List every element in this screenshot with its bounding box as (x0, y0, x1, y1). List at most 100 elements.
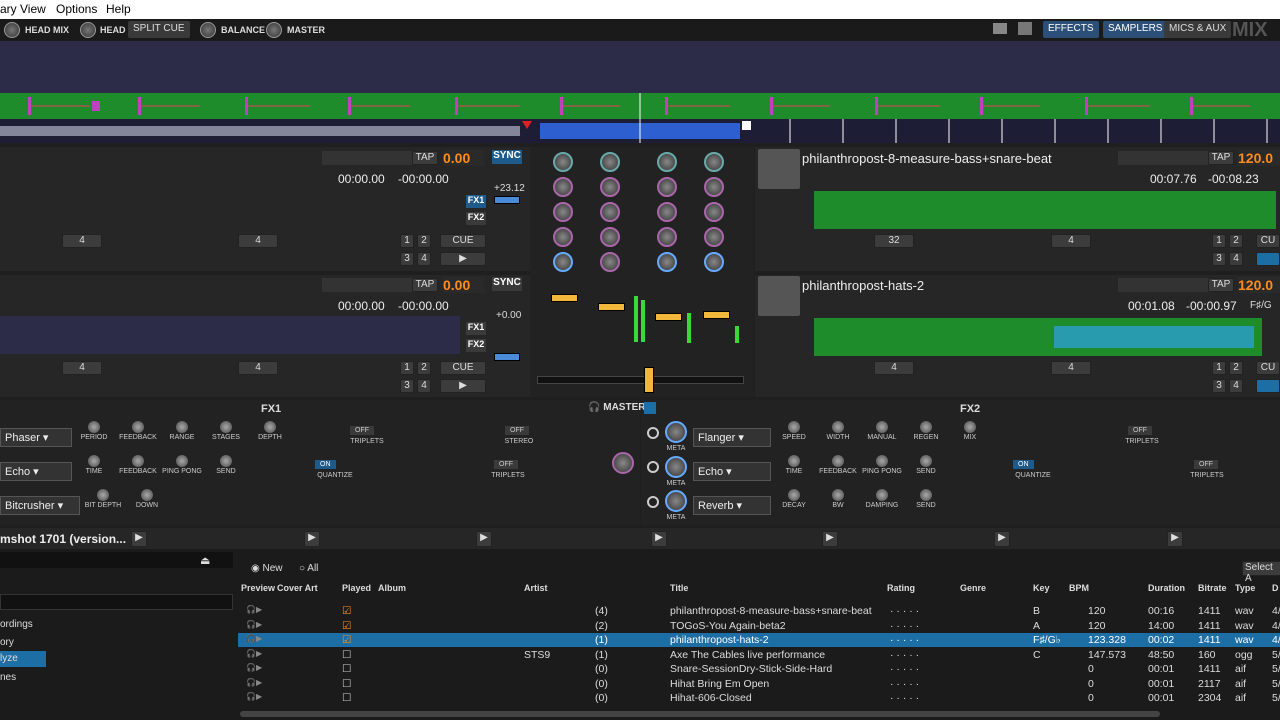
deck4-hotcue-4[interactable]: 4 (1229, 379, 1243, 393)
samplers-button[interactable]: SAMPLERS (1103, 21, 1168, 38)
played-checkbox[interactable]: ☐ (342, 649, 351, 661)
col-date[interactable]: D (1272, 583, 1279, 593)
played-checkbox[interactable]: ☐ (342, 678, 351, 690)
ch4-gain-knob[interactable] (704, 152, 724, 172)
deck1-transport-icons[interactable] (322, 151, 416, 165)
fx2-param[interactable]: REGEN (904, 420, 948, 441)
deck2-waveform[interactable] (0, 316, 460, 354)
sampler-7-play-button[interactable]: ▶ (1167, 531, 1183, 547)
deck3-transport-icons[interactable] (1118, 151, 1210, 165)
table-row[interactable]: 🎧▶ ☑ (2) TOGoS-You Again-beta2 A 120 14:00 1411… (238, 619, 1280, 633)
preview-icon[interactable]: 🎧▶ (246, 692, 262, 701)
mics-aux-button[interactable]: MICS & AUX (1164, 21, 1232, 38)
deck4-cue-button[interactable]: CU (1256, 361, 1280, 375)
ch3-filter-knob[interactable] (657, 252, 677, 272)
deck1-sync-button[interactable]: SYNC (492, 150, 522, 164)
rating-stars[interactable]: · · · · · (890, 634, 919, 646)
fx2-param[interactable]: DECAY (772, 488, 816, 509)
col-duration[interactable]: Duration (1148, 583, 1185, 593)
deck1-beatloop-size[interactable]: 4 (62, 234, 102, 248)
knob-icon[interactable] (175, 420, 189, 434)
col-played[interactable]: Played (342, 583, 371, 593)
crossfader-handle[interactable] (644, 367, 654, 393)
played-checkbox[interactable]: ☐ (342, 692, 351, 704)
knob-icon[interactable] (87, 420, 101, 434)
knob-icon[interactable] (131, 454, 145, 468)
deck1-hotcue-1[interactable]: 1 (400, 234, 414, 248)
preview-icon[interactable]: 🎧▶ (246, 605, 262, 614)
knob-icon[interactable] (219, 454, 233, 468)
deck1-fx2-toggle[interactable]: FX2 (466, 212, 486, 225)
fx2-param[interactable]: MANUAL (860, 420, 904, 441)
fx2-meta-knob-2[interactable] (665, 456, 687, 478)
table-row[interactable]: 🎧▶ ☑ (1) philanthropost-hats-2 F♯/G♭ 123.328 0… (238, 633, 1280, 647)
played-checkbox[interactable]: ☑ (342, 605, 351, 617)
fx1-effect1-select[interactable]: Phaser ▾ (0, 428, 72, 447)
table-row[interactable]: 🎧▶ ☐ (0) Hihat-606-Closed 0 00:01 2304 aif 5/ · ·… (238, 691, 1280, 705)
deck1-play-button[interactable]: ▶ (440, 252, 486, 266)
library-search-bar[interactable] (0, 552, 233, 568)
fx2-param[interactable]: BW (816, 488, 860, 509)
deck1-fx1-toggle[interactable]: FX1 (466, 195, 486, 208)
knob-icon[interactable] (831, 420, 845, 434)
fx2-meta-knob-3[interactable] (665, 490, 687, 512)
deck2-beatjump-size[interactable]: 4 (238, 361, 278, 375)
deck4-tap-button[interactable]: TAP (1208, 278, 1234, 292)
preview-icon[interactable]: 🎧▶ (246, 634, 262, 643)
fx2-param[interactable]: SEND (904, 488, 948, 509)
waveform-overview-top[interactable] (0, 41, 1280, 93)
knob-icon[interactable] (875, 488, 889, 502)
ch1-low-knob[interactable] (553, 227, 573, 247)
ch4-low-knob[interactable] (704, 227, 724, 247)
sidebar-item-analyze[interactable]: lyze (0, 651, 46, 667)
col-type[interactable]: Type (1235, 583, 1255, 593)
fx1-mix-knob-icon[interactable] (612, 452, 634, 474)
ch1-high-knob[interactable] (553, 177, 573, 197)
deck3-hotcue-2[interactable]: 2 (1229, 234, 1243, 248)
fx2-effect3-select[interactable]: Reverb ▾ (693, 496, 771, 515)
deck1-hotcue-4[interactable]: 4 (417, 252, 431, 266)
fx2-param[interactable]: PING PONG (860, 454, 904, 475)
menu-options[interactable]: Options (56, 2, 97, 16)
deck2-cue-button[interactable]: CUE (440, 361, 486, 375)
select-all-button[interactable]: Select A (1242, 561, 1280, 584)
fx2-param[interactable]: MIX (948, 420, 992, 441)
fx2-param[interactable]: TIME (772, 454, 816, 475)
rating-stars[interactable]: · · · · · (890, 649, 919, 661)
waveform-main[interactable] (0, 93, 1280, 119)
col-cover-art[interactable]: Cover Art (277, 583, 318, 593)
ch1-volume-fader[interactable] (551, 294, 578, 302)
fx2-effect2-select[interactable]: Echo ▾ (693, 462, 771, 481)
fx1-param[interactable]: TIME (72, 454, 116, 475)
col-key[interactable]: Key (1033, 583, 1050, 593)
vinyl-control-icon[interactable] (1018, 22, 1032, 35)
fx1-param[interactable]: PING PONG (160, 454, 204, 475)
knob-icon[interactable] (96, 488, 110, 502)
fx2-param[interactable]: FEEDBACK (816, 454, 860, 475)
ch2-mid-knob[interactable] (600, 202, 620, 222)
ch1-mid-knob[interactable] (553, 202, 573, 222)
ch2-filter-knob[interactable] (600, 252, 620, 272)
rating-stars[interactable]: · · · · · (890, 620, 919, 632)
knob-icon[interactable] (131, 420, 145, 434)
knob-icon[interactable] (263, 420, 277, 434)
knob-icon[interactable] (963, 420, 977, 434)
deck3-hotcue-4[interactable]: 4 (1229, 252, 1243, 266)
table-row[interactable]: 🎧▶ ☑ (4) philanthropost-8-measure-bass+snar… (238, 604, 1280, 618)
sampler-2-play-button[interactable]: ▶ (304, 531, 320, 547)
master-knob-icon[interactable] (266, 22, 282, 38)
col-album[interactable]: Album (378, 583, 406, 593)
col-bitrate[interactable]: Bitrate (1198, 583, 1227, 593)
preview-icon[interactable]: 🎧▶ (246, 649, 262, 658)
fx2-power-icon-1[interactable] (647, 427, 659, 439)
deck2-pitch-slider[interactable] (494, 353, 520, 361)
fx1-effect2-select[interactable]: Echo ▾ (0, 462, 72, 481)
sampler-6-play-button[interactable]: ▶ (994, 531, 1010, 547)
fx1-param[interactable]: DEPTH (248, 420, 292, 441)
knob-icon[interactable] (219, 420, 233, 434)
deck3-waveform[interactable] (814, 191, 1276, 229)
deck4-hotcue-3[interactable]: 3 (1212, 379, 1226, 393)
library-hscrollbar[interactable] (240, 711, 1160, 717)
keyboard-icon[interactable] (993, 23, 1007, 34)
deck2-sync-button[interactable]: SYNC (492, 277, 522, 291)
